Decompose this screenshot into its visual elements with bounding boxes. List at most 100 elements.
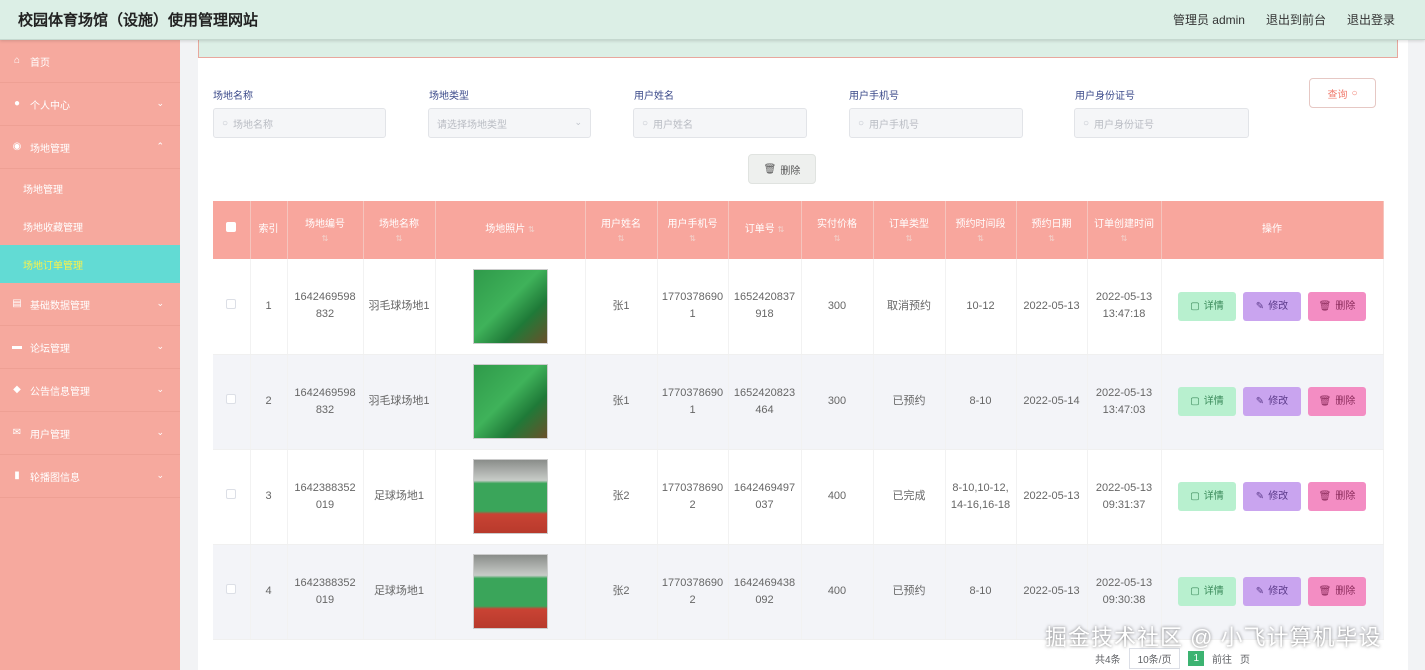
sort-icon[interactable]: ⇅ (1092, 234, 1157, 244)
sort-icon[interactable]: ⇅ (662, 234, 724, 244)
sidebar-item-venue[interactable]: ◉ 场地管理 ⌃ (0, 126, 180, 169)
row-select-cell[interactable] (213, 544, 251, 640)
venue-type-select[interactable]: 请选择场地类型 ⌄ (428, 108, 591, 138)
sort-icon[interactable]: ⇅ (368, 234, 431, 244)
cell-time-slot: 8-10,10-12,14-16,16-18 (945, 449, 1017, 545)
cell-date: 2022-05-13 (1016, 449, 1088, 545)
pencil-icon: ✎ (1255, 586, 1265, 597)
edit-button-label: 修改 (1268, 396, 1289, 407)
sort-icon[interactable]: ⇅ (528, 225, 535, 234)
sidebar-item-profile[interactable]: ● 个人中心 ⌄ (0, 83, 180, 126)
search-icon: ○ (1083, 117, 1090, 129)
venue-photo-image (472, 364, 548, 439)
venue-type-placeholder: 请选择场地类型 (437, 119, 507, 131)
user-name-placeholder: 用户姓名 (653, 119, 694, 131)
delete-button[interactable]: 🗑 删除 (1308, 291, 1366, 321)
row-checkbox[interactable] (226, 394, 237, 404)
user-name-input[interactable]: ○ 用户姓名 (633, 108, 807, 138)
batch-delete-button[interactable]: 🗑 删除 (748, 154, 816, 184)
sort-icon[interactable]: ⇅ (778, 225, 785, 234)
sort-icon[interactable]: ⇅ (292, 234, 359, 244)
detail-button[interactable]: ▢ 详情 (1178, 387, 1236, 416)
cell-venue-no: 1642388352019 (287, 449, 364, 545)
query-button[interactable]: 查询 ○ (1309, 78, 1376, 108)
sidebar-item-carousel[interactable]: ▮ 轮播图信息 ⌄ (0, 455, 180, 498)
col-order-type[interactable]: 订单类型 ⇅ (873, 201, 946, 259)
back-to-front-link[interactable]: 退出到前台 (1266, 11, 1326, 28)
sort-icon[interactable]: ⇅ (806, 234, 869, 244)
delete-button[interactable]: 🗑 删除 (1308, 482, 1366, 511)
cell-venue-no: 1642469598832 (287, 354, 364, 450)
detail-button[interactable]: ▢ 详情 (1178, 291, 1236, 321)
col-date[interactable]: 预约日期 ⇅ (1016, 201, 1088, 259)
col-venue-photo[interactable]: 场地照片 ⇅ (435, 201, 586, 259)
sort-icon[interactable]: ⇅ (1021, 234, 1083, 244)
detail-button[interactable]: ▢ 详情 (1178, 482, 1236, 511)
venue-name-input[interactable]: ○ 场地名称 (213, 108, 386, 138)
col-venue-no[interactable]: 场地编号 ⇅ (287, 201, 364, 259)
sort-icon[interactable]: ⇅ (878, 234, 941, 244)
col-venue-name[interactable]: 场地名称 ⇅ (363, 201, 436, 259)
sidebar-item-forum[interactable]: ▬ 论坛管理 ⌄ (0, 326, 180, 369)
col-user-phone[interactable]: 用户手机号 ⇅ (657, 201, 729, 259)
cell-index: 2 (250, 354, 288, 450)
col-created-time[interactable]: 订单创建时间 ⇅ (1087, 201, 1162, 259)
col-index-label: 索引 (258, 224, 279, 235)
cell-time-slot: 8-10 (945, 544, 1017, 640)
trash-icon: 🗑 (1318, 491, 1332, 502)
sidebar-subitem-venue[interactable]: 场地管理 (0, 169, 180, 207)
select-all-cell[interactable] (213, 201, 251, 259)
logout-link[interactable]: 退出登录 (1347, 11, 1395, 28)
edit-button[interactable]: ✎ 修改 (1243, 482, 1301, 511)
row-select-cell[interactable] (213, 354, 251, 450)
col-user-name[interactable]: 用户姓名 ⇅ (585, 201, 658, 259)
delete-button[interactable]: 🗑 删除 (1308, 577, 1366, 606)
data-icon: ▤ (12, 298, 22, 309)
cell-user-name: 张1 (585, 259, 658, 355)
detail-button-label: 详情 (1203, 586, 1224, 597)
watermark: 掘金技术社区 @ 小飞计算机毕设 (1045, 625, 1382, 650)
sidebar-item-notice[interactable]: ◆ 公告信息管理 ⌄ (0, 369, 180, 412)
edit-button[interactable]: ✎ 修改 (1243, 577, 1301, 606)
sidebar-subitem-venue-favorites[interactable]: 场地收藏管理 (0, 207, 180, 245)
sidebar-item-basic-data[interactable]: ▤ 基础数据管理 ⌄ (0, 283, 180, 326)
edit-button[interactable]: ✎ 修改 (1243, 387, 1301, 416)
query-button-label: 查询 (1327, 89, 1348, 101)
cell-user-phone: 17703786902 (657, 544, 729, 640)
cell-venue-photo (435, 544, 586, 640)
cell-venue-name: 足球场地1 (363, 449, 436, 545)
col-user-phone-label: 用户手机号 (667, 219, 718, 230)
trash-icon: 🗑 (1318, 586, 1332, 597)
edit-button[interactable]: ✎ 修改 (1243, 291, 1301, 321)
pager-page-suffix: 页 (1240, 655, 1251, 666)
pager-current-page[interactable]: 1 (1188, 651, 1205, 666)
row-select-cell[interactable] (213, 449, 251, 545)
detail-button[interactable]: ▢ 详情 (1178, 577, 1236, 606)
row-checkbox[interactable] (226, 298, 237, 309)
col-order-no[interactable]: 订单号 ⇅ (728, 201, 802, 259)
sidebar-subitem-venue-orders[interactable]: 场地订单管理 (0, 245, 180, 283)
edit-button-label: 修改 (1268, 300, 1289, 312)
user-id-input[interactable]: ○ 用户身份证号 (1074, 108, 1249, 138)
sidebar-item-home[interactable]: ⌂ 首页 (0, 40, 180, 83)
row-checkbox[interactable] (226, 584, 237, 594)
pencil-icon: ✎ (1255, 300, 1265, 312)
sidebar-item-label: 轮播图信息 (30, 472, 80, 484)
row-checkbox[interactable] (226, 489, 237, 499)
sidebar-item-users[interactable]: ✉ 用户管理 ⌄ (0, 412, 180, 455)
cell-price: 300 (801, 259, 874, 355)
row-select-cell[interactable] (213, 259, 251, 355)
delete-button[interactable]: 🗑 删除 (1308, 387, 1366, 416)
cell-user-phone: 17703786902 (657, 449, 729, 545)
cell-order-type: 已预约 (873, 544, 946, 640)
col-actions: 操作 (1161, 201, 1384, 259)
col-price[interactable]: 实付价格 ⇅ (801, 201, 874, 259)
document-icon: ▢ (1190, 491, 1200, 502)
sort-icon[interactable]: ⇅ (950, 234, 1012, 244)
delete-button-label: 删除 (1335, 396, 1356, 407)
user-phone-input[interactable]: ○ 用户手机号 (849, 108, 1023, 138)
select-all-checkbox[interactable] (226, 222, 237, 232)
sort-icon[interactable]: ⇅ (590, 234, 653, 244)
col-time-slot[interactable]: 预约时间段 ⇅ (945, 201, 1017, 259)
venue-type-label: 场地类型 (429, 91, 469, 102)
